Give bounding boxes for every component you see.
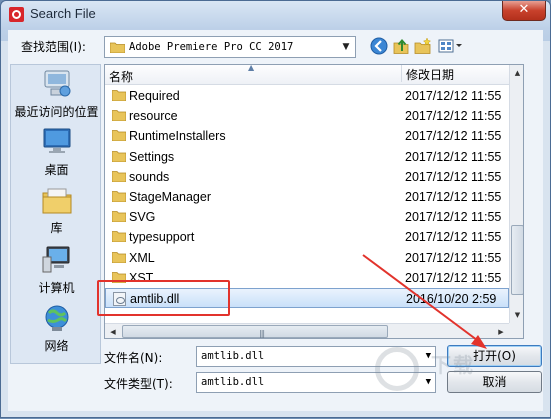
row-date: 2017/12/12 11:55 [405,230,502,245]
place-computer[interactable]: 计算机 [11,245,102,296]
row-name: XML [129,250,155,265]
row-date: 2017/12/12 11:55 [405,89,502,103]
row-date: 2017/12/12 11:55 [405,190,502,204]
search-file-dialog: Search File ✕ 查找范围(I): Adobe Premiere Pr… [0,0,551,418]
scroll-right-icon[interactable]: ▶ [493,324,509,338]
window-title: Search File [30,6,96,21]
title-bar[interactable]: Search File ✕ [1,1,550,29]
scroll-left-icon[interactable]: ◀ [105,324,121,338]
folder-icon [110,42,125,53]
folder-row[interactable]: Settings 2017/12/12 11:55 [105,147,509,167]
row-date: 2016/10/20 2:59 [406,292,497,306]
libraries-icon [41,185,73,215]
scroll-up-icon[interactable]: ▲ [510,65,523,81]
new-folder-icon[interactable] [413,37,433,57]
folder-icon [112,90,126,101]
lookin-label: 查找范围(I): [21,40,86,54]
folder-row[interactable]: Required 2017/12/12 11:55 [105,86,509,106]
folder-row[interactable]: SVG 2017/12/12 11:55 [105,207,509,227]
grip-icon: ||| [259,329,265,338]
lookin-value: Adobe Premiere Pro CC 2017 [129,41,294,53]
place-label: 计算机 [38,281,75,295]
filename-value: amtlib.dll [201,350,265,362]
folder-row[interactable]: StageManager 2017/12/12 11:55 [105,187,509,207]
sort-ascending-icon: ▲ [248,64,255,72]
back-arrow-icon[interactable] [369,37,389,57]
folder-icon [112,170,126,182]
folder-icon [112,130,126,142]
folder-icon [112,110,126,122]
folder-row[interactable]: XML 2017/12/12 11:55 [105,248,509,268]
filetype-label: 文件类型(T): [104,377,173,391]
place-label: 最近访问的位置 [14,105,99,119]
computer-icon [41,245,73,275]
row-name: SVG [129,210,156,225]
folder-row[interactable]: RuntimeInstallers 2017/12/12 11:55 [105,126,509,146]
vertical-scroll-thumb[interactable] [511,225,523,295]
place-label: 网络 [44,339,69,353]
row-date: 2017/12/12 11:55 [405,250,502,265]
row-name: RuntimeInstallers [129,129,226,144]
filename-label: 文件名(N): [104,351,163,365]
lookin-dropdown[interactable]: Adobe Premiere Pro CC 2017 ▼ [104,36,356,58]
row-name: typesupport [129,230,195,245]
place-recent[interactable]: 最近访问的位置 [11,69,102,120]
place-desktop[interactable]: 桌面 [11,127,102,178]
horizontal-scrollbar[interactable]: ◀ ||| ▶ [105,323,509,338]
folder-row[interactable]: sounds 2017/12/12 11:55 [105,167,509,187]
scroll-down-icon[interactable]: ▼ [510,307,523,323]
watermark-logo: 下载 [371,341,541,411]
row-name: resource [129,109,178,124]
filetype-value: amtlib.dll [201,376,265,388]
close-button[interactable]: ✕ [502,1,546,21]
views-menu-icon[interactable] [437,37,465,57]
place-network[interactable]: 网络 [11,303,102,354]
row-name: sounds [129,169,170,184]
vertical-scrollbar[interactable]: ▲ ▼ [509,65,523,323]
folder-row[interactable]: resource 2017/12/12 11:55 [105,106,509,126]
place-libraries[interactable]: 库 [11,185,102,236]
place-label: 桌面 [44,163,69,177]
chevron-down-icon[interactable]: ▼ [337,37,355,57]
column-header-date[interactable]: 修改日期 [401,65,454,82]
folder-icon [112,150,126,162]
network-icon [41,303,73,333]
places-bar: 最近访问的位置 桌面 库 计算机 网络 [10,64,101,364]
scroll-corner [509,323,523,338]
up-folder-icon[interactable] [391,37,411,57]
row-date: 2017/12/12 11:55 [405,129,502,144]
folder-icon [112,231,126,243]
row-date: 2017/12/12 11:55 [405,109,502,124]
row-date: 2017/12/12 11:55 [405,169,502,184]
horizontal-scroll-thumb[interactable]: ||| [122,325,388,338]
row-name: Required [129,89,180,103]
folder-row[interactable]: typesupport 2017/12/12 11:55 [105,227,509,247]
row-date: 2017/12/12 11:55 [405,149,502,164]
recent-places-icon [41,69,73,99]
row-date: 2017/12/12 11:55 [405,270,502,285]
column-header-name[interactable]: 名称 [109,68,133,85]
folder-icon [112,191,126,202]
list-header: 名称 ▲ 修改日期 [105,65,509,85]
folder-icon [112,211,126,223]
app-icon [9,7,24,22]
row-date: 2017/12/12 11:55 [405,210,502,225]
row-name: Settings [129,149,175,164]
place-label: 库 [50,221,63,235]
annotation-highlight-box [97,280,230,316]
folder-icon [112,251,126,263]
row-name: StageManager [129,190,212,204]
desktop-icon [41,127,73,157]
